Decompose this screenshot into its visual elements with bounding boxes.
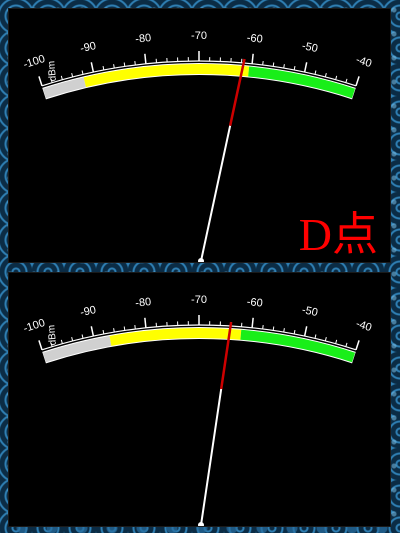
gauge-tick-label: -90 — [79, 304, 97, 319]
gauge-tick-label: -40 — [354, 318, 373, 334]
gauge-tick — [38, 76, 43, 87]
gauge-tick — [102, 65, 105, 71]
gauge-tick — [293, 65, 296, 71]
gauge-needle — [200, 388, 223, 526]
gauge-tick-label: -60 — [246, 32, 263, 46]
gauge-needle-pivot — [198, 522, 204, 526]
gauge-zone-0 — [42, 77, 86, 99]
gauge-tick-label: -50 — [301, 40, 319, 55]
gauge-tick — [81, 70, 84, 75]
gauge-tick — [38, 340, 43, 351]
gauge-tick — [293, 329, 296, 335]
gauge-tick — [251, 317, 254, 328]
gauge-tick-label: -40 — [354, 54, 373, 70]
gauge-tick — [134, 324, 136, 330]
gauge-tick — [335, 339, 338, 344]
gauge-needle-pivot — [198, 258, 204, 262]
gauge-needle — [200, 125, 232, 262]
gauge-zone-1 — [109, 328, 242, 346]
gauge-tick-label: -90 — [79, 40, 97, 55]
gauge-tick — [60, 75, 63, 80]
gauge-tick — [144, 53, 147, 64]
gauge-tick — [123, 62, 126, 67]
gauge-tick — [123, 326, 126, 331]
gauge-unit-label: dBm — [46, 324, 59, 345]
gauge-tick — [113, 328, 115, 333]
gauge-tick — [272, 326, 275, 331]
gauge-tick — [262, 324, 264, 330]
gauge-tick — [113, 64, 115, 69]
gauge-tick-label: -80 — [135, 32, 152, 46]
gauge-tick — [303, 326, 308, 337]
gauge-tick — [272, 62, 275, 67]
gauge-tick — [345, 78, 348, 83]
gauge-tick-label: -80 — [135, 296, 152, 310]
gauge-tick — [144, 317, 147, 328]
gauge-tick — [134, 60, 136, 66]
gauge-tick — [303, 62, 308, 73]
gauge-tick — [283, 328, 285, 333]
gauge-tick — [324, 336, 327, 342]
gauge-tick — [251, 53, 254, 64]
gauge-tick — [335, 75, 338, 80]
gauge-tick — [90, 326, 95, 337]
gauge-tick — [324, 72, 327, 78]
gauge-tick-label: -60 — [246, 296, 263, 310]
gauge-tick — [81, 334, 84, 339]
gauge-tick — [345, 342, 348, 347]
gauge-tick — [314, 334, 317, 339]
gauge-tick-label: -100 — [22, 53, 47, 71]
gauge-tick — [355, 76, 360, 87]
gauge-tick — [314, 70, 317, 75]
gauge-tick — [90, 62, 95, 73]
gauge-tick — [355, 340, 360, 351]
gauge-tick — [283, 64, 285, 69]
gauge-tick — [60, 339, 63, 344]
gauge-tick-label: -100 — [22, 317, 47, 335]
signal-meter-panel-top: -100 -90 -80 -70 -60 -50 -40 dBm D点 — [8, 8, 391, 263]
gauge-tick — [102, 329, 105, 335]
gauge-tick — [71, 336, 74, 342]
gauge-tick-label: -50 — [301, 304, 319, 319]
gauge-unit-label: dBm — [46, 60, 59, 81]
gauge-tick — [262, 60, 264, 66]
gauge-tick-label: -70 — [191, 294, 207, 306]
signal-meter-gauge-bottom: -100 -90 -80 -70 -60 -50 -40 dBm — [22, 294, 373, 526]
panel-caption-top: D点 — [298, 209, 378, 260]
gauge-tick — [71, 72, 74, 78]
signal-meter-panel-bottom: -100 -90 -80 -70 -60 -50 -40 dBm — [8, 272, 391, 527]
gauge-tick-label: -70 — [191, 30, 207, 42]
